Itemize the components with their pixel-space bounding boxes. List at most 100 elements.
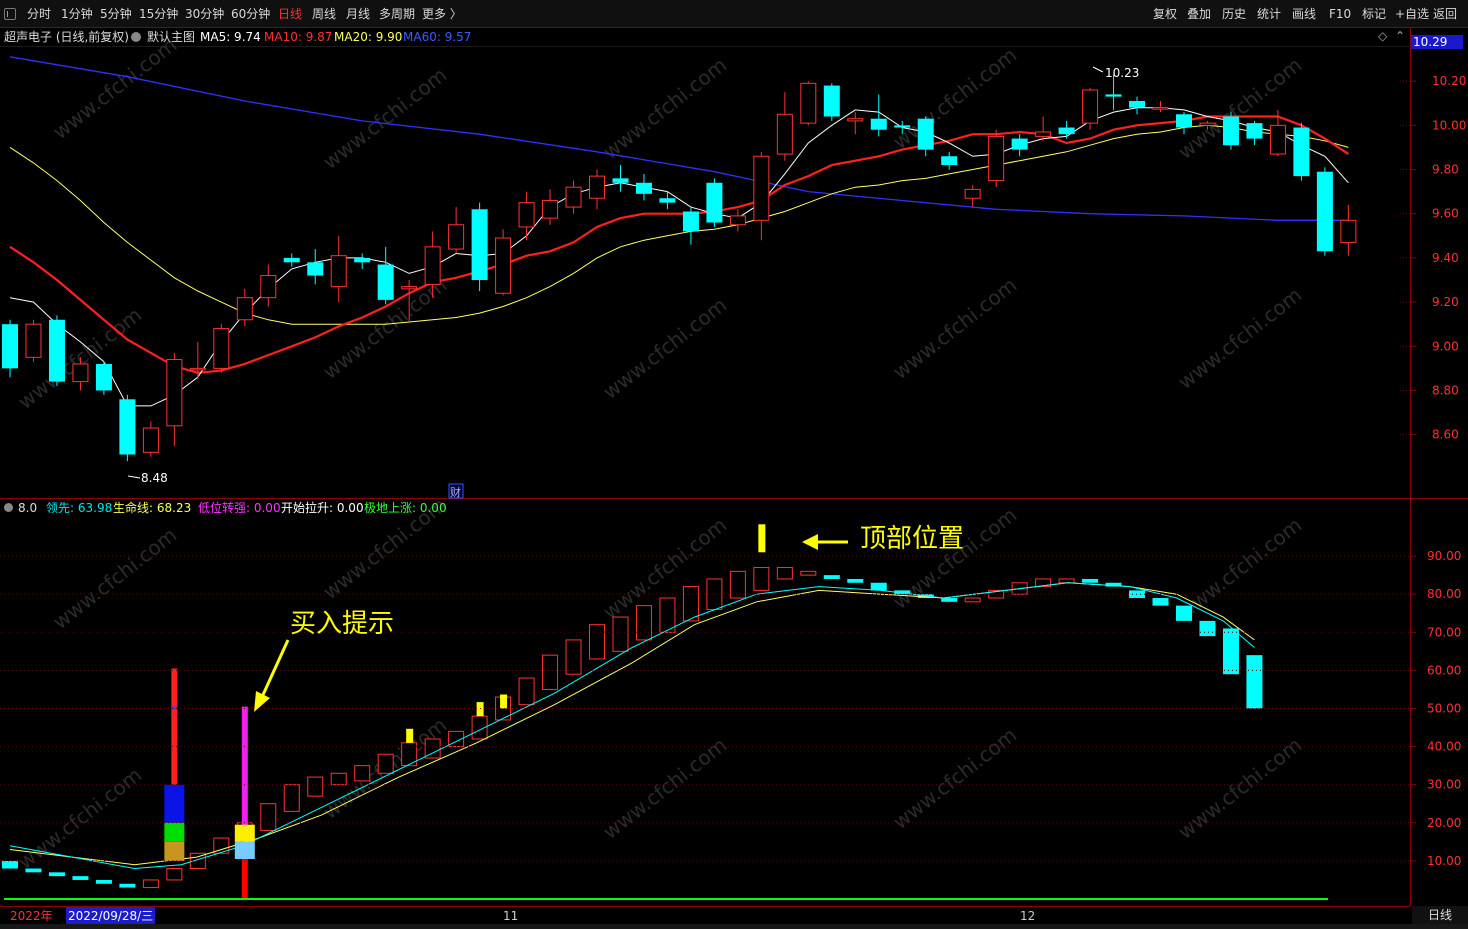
candle-down [95, 363, 112, 391]
indicator-bar-down [2, 860, 18, 869]
buy-signal-block-yellow [234, 824, 255, 842]
candle-up [729, 215, 746, 226]
indicator-bar-up [964, 597, 981, 603]
candle-up [236, 297, 253, 321]
ma20-value: MA20: 9.90 [334, 30, 403, 44]
high-price-pointer [1092, 66, 1104, 73]
indicator-tick: 50.00 [1427, 702, 1461, 716]
status-strip [0, 924, 1468, 929]
candle-down [1222, 116, 1239, 146]
candle-down [1058, 127, 1075, 135]
candle-up [72, 363, 89, 383]
indicator-tick: 40.00 [1427, 740, 1461, 754]
price-tick: 9.60 [1432, 207, 1459, 221]
candle-down [870, 118, 887, 130]
indicator-bar-down [72, 876, 89, 880]
watermark-text: www.cfchi.com [48, 523, 181, 634]
chart-settings-icon[interactable]: ◇ [1378, 29, 1390, 43]
buy-signal-block-blue [234, 841, 255, 859]
watermark-text: www.cfchi.com [1173, 733, 1306, 844]
month-nov-label: 11 [503, 909, 519, 923]
period-tab-daily[interactable]: 日线 [1412, 906, 1468, 924]
watermark-text: www.cfchi.com [318, 63, 451, 174]
candle-down [894, 125, 911, 128]
candle-up [1152, 107, 1169, 110]
watermark-text: www.cfchi.com [598, 733, 731, 844]
indicator-bar-up [518, 677, 535, 706]
low-price-label: 8.48 [141, 471, 168, 485]
indicator-tick: 20.00 [1427, 816, 1461, 830]
candle-down [283, 257, 300, 263]
indicator-tick: 30.00 [1427, 778, 1461, 792]
indicator-tick: 10.00 [1427, 854, 1461, 868]
candle-up [776, 113, 793, 155]
price-tick: 9.40 [1432, 251, 1459, 265]
year-label: 2022年 [10, 909, 53, 923]
indicator-bar-down [119, 883, 136, 888]
candle-up [1199, 122, 1216, 126]
main-chart-name[interactable]: 默认主图 [147, 28, 195, 46]
watermark-text: www.cfchi.com [48, 33, 181, 144]
collapse-icon[interactable]: ⌃ [1395, 29, 1405, 43]
candle-down [941, 156, 958, 166]
indicator-bar-down [25, 868, 42, 873]
price-tick: 10.00 [1432, 118, 1466, 132]
watermark-text: www.cfchi.com [1173, 283, 1306, 394]
finance-marker[interactable]: 财 [450, 485, 461, 499]
indicator-bar-up [542, 654, 559, 690]
candle-up [448, 224, 465, 250]
price-axis: 10.20 10.00 9.80 9.60 9.40 9.20 9.00 8.80 8.60 10… [1400, 35, 1466, 442]
indicator-bar-up [612, 616, 629, 652]
indicator-bar-up [682, 586, 699, 622]
candle-up [1340, 219, 1357, 243]
price-tick: 8.60 [1432, 428, 1459, 442]
candle-up [495, 237, 512, 294]
top-signal-mark [500, 694, 508, 709]
candle-down [1316, 171, 1333, 252]
candle-up [565, 186, 582, 208]
life-line-value: 生命线: 68.23 [113, 501, 192, 515]
kline-chart[interactable]: www.cfchi.com www.cfchi.com www.cfchi.com w… [0, 0, 1468, 929]
candle-down [635, 182, 652, 194]
indicator-bar-down [1176, 605, 1192, 621]
indicator-bar-down [1152, 598, 1169, 606]
candle-down [659, 198, 676, 203]
candle-up [166, 359, 183, 427]
candle-up [847, 118, 864, 122]
candle-up [988, 135, 1005, 182]
month-dec-label: 12 [1020, 909, 1036, 923]
indicator-bar-down [870, 582, 887, 591]
price-tick: 9.80 [1432, 163, 1459, 177]
indicator-bar-down [1082, 578, 1099, 583]
watermark-layer: www.cfchi.com www.cfchi.com www.cfchi.com w… [13, 33, 1306, 874]
candle-down [471, 209, 488, 280]
indicator-bar-up [377, 753, 394, 774]
start-rise-value: 开始拉升: 0.00 [281, 501, 364, 515]
indicator-bar-down [847, 578, 864, 583]
indicator-bar-down [823, 575, 840, 579]
signal-block-blue [164, 784, 185, 823]
candle-down [48, 319, 65, 382]
candle-up [260, 275, 277, 299]
candle-up [800, 82, 817, 124]
candle-down [1011, 138, 1028, 150]
watermark-text: www.cfchi.com [598, 53, 731, 164]
top-signal-mark [406, 728, 414, 743]
candle-down [307, 262, 324, 276]
watermark-text: www.cfchi.com [13, 763, 146, 874]
top-signal-mark [476, 702, 484, 717]
signal-block-amber [164, 841, 185, 861]
candle-down [1293, 127, 1310, 177]
low-turn-strong-value: 低位转强: 0.00 [198, 501, 281, 515]
buy-signal-arrow [260, 639, 290, 698]
candle-up [589, 175, 605, 199]
indicator-bar-down [48, 872, 65, 877]
bottom-rise-value: 极地上涨: 0.00 [364, 501, 447, 515]
indicator-bar-up [635, 605, 652, 641]
price-tick: 10.20 [1432, 74, 1466, 88]
indicator-bar-up [776, 567, 793, 580]
buy-signal-column [241, 706, 248, 827]
stock-title[interactable]: 超声电子 (日线,前复权) [4, 28, 129, 46]
watermark-text: www.cfchi.com [598, 293, 731, 404]
main-chart-header: 超声电子 (日线,前复权) 默认主图 MA5: 9.74 MA10: 9.87 … [0, 28, 1408, 46]
